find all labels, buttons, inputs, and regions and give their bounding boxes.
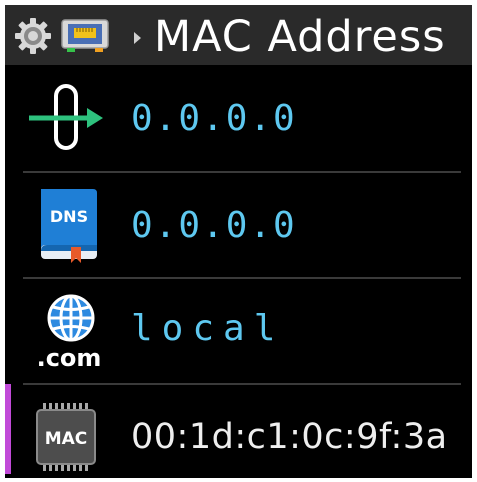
ip-address-row[interactable]: 0.0.0.0 (5, 65, 472, 171)
dns-value: 0.0.0.0 (131, 205, 297, 246)
network-card-icon (61, 19, 109, 52)
selection-indicator (5, 384, 11, 474)
dns-book-icon: DNS (41, 189, 97, 263)
mac-address-row[interactable]: MAC 00:1d:c1:0c:9f:3a (5, 384, 472, 478)
mac-icon-label: MAC (45, 429, 88, 449)
ip-address-icon (29, 84, 103, 150)
domain-value: local (131, 308, 285, 349)
globe-domain-icon: .com (37, 294, 102, 370)
title-bar: MAC Address (5, 5, 472, 65)
domain-row[interactable]: .com local (5, 278, 472, 384)
dns-icon-label: DNS (50, 207, 88, 226)
mac-address-value: 00:1d:c1:0c:9f:3a (131, 417, 448, 457)
mac-chip-icon: MAC (36, 403, 96, 471)
ip-address-value: 0.0.0.0 (131, 98, 297, 139)
gear-icon[interactable] (15, 18, 51, 54)
page-title: MAC Address (154, 12, 446, 62)
device-screen: MAC Address 0.0.0.0 DNS 0.0.0.0 .com loc… (5, 5, 472, 478)
breadcrumb-arrow-icon (134, 32, 141, 44)
dns-row[interactable]: DNS 0.0.0.0 (5, 172, 472, 278)
domain-icon-label: .com (37, 344, 102, 370)
